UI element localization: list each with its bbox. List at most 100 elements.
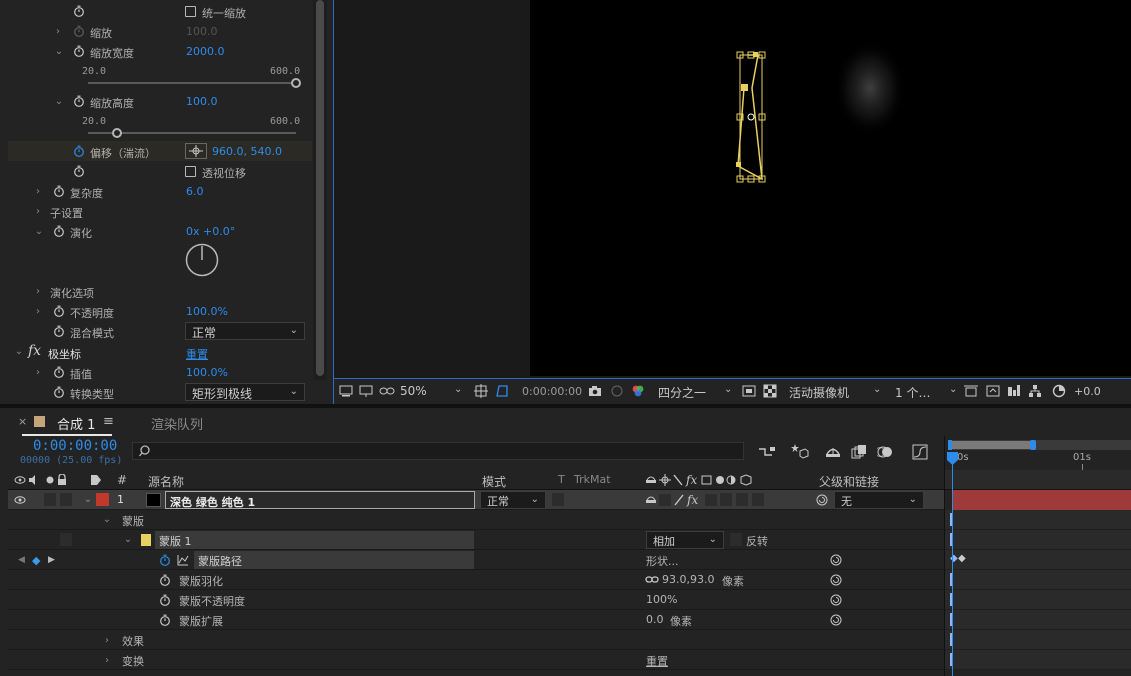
- resolution-dropdown[interactable]: 四分之一 ⌄: [658, 384, 738, 401]
- transform-reset-link[interactable]: 重置: [646, 653, 668, 669]
- composition-viewer[interactable]: [333, 0, 1131, 378]
- chevron-right-icon[interactable]: ›: [33, 368, 43, 378]
- transparency-grid-icon[interactable]: [763, 384, 777, 398]
- stopwatch-icon[interactable]: [159, 614, 171, 626]
- preserve-transparency-switch[interactable]: [552, 493, 564, 506]
- scale-height-value[interactable]: 100.0: [186, 95, 218, 108]
- fast-preview-icon[interactable]: [986, 384, 1000, 398]
- blend-mode-dropdown[interactable]: 正常 ⌄: [185, 322, 305, 340]
- stopwatch-icon[interactable]: [159, 594, 171, 606]
- polar-reset-link[interactable]: 重置: [186, 346, 208, 362]
- chevron-right-icon[interactable]: ›: [33, 207, 43, 217]
- keyframe-diamond-icon[interactable]: ◆: [958, 553, 966, 564]
- playhead-line[interactable]: [952, 460, 953, 676]
- interpolation-value[interactable]: 100.0%: [186, 366, 228, 379]
- layer-name-field[interactable]: 深色 绿色 纯色 1: [165, 491, 475, 509]
- chevron-down-icon[interactable]: ⌄: [102, 515, 112, 525]
- chevron-down-icon[interactable]: ⌄: [83, 495, 93, 505]
- work-area-end-handle[interactable]: [1030, 440, 1036, 450]
- viewer-timecode[interactable]: 0:00:00:00: [522, 385, 582, 398]
- uniform-scale-checkbox[interactable]: [185, 6, 196, 17]
- stopwatch-icon[interactable]: [53, 185, 65, 197]
- stopwatch-icon[interactable]: [53, 366, 65, 378]
- layer-switches[interactable]: fx: [645, 493, 725, 507]
- layer-duration-bar[interactable]: [952, 490, 1131, 510]
- mask-name-field[interactable]: 蒙版 1: [155, 531, 474, 549]
- graph-editor-icon[interactable]: [912, 444, 928, 460]
- toggle-pixel-aspect-icon[interactable]: [964, 384, 978, 398]
- scale-width-value[interactable]: 2000.0: [186, 45, 225, 58]
- tab-menu-icon[interactable]: ≡: [103, 414, 114, 429]
- chevron-right-icon[interactable]: ›: [33, 307, 43, 317]
- scale-width-slider-knob[interactable]: [291, 78, 301, 88]
- pick-whip-icon[interactable]: [830, 614, 842, 626]
- flowchart-icon[interactable]: [1028, 384, 1042, 398]
- mask-invert-checkbox[interactable]: [730, 533, 742, 546]
- mask-path-value[interactable]: 形状...: [646, 553, 679, 569]
- col-source-name-header[interactable]: 源名称: [148, 473, 184, 490]
- sub-settings-row[interactable]: › 子设置: [8, 201, 312, 221]
- stopwatch-icon[interactable]: [73, 165, 85, 177]
- chevron-down-icon[interactable]: ⌄: [123, 535, 133, 545]
- prev-keyframe-icon[interactable]: ◀: [18, 555, 25, 565]
- stopwatch-icon[interactable]: [159, 574, 171, 586]
- stopwatch-active-icon[interactable]: [159, 554, 171, 566]
- evolution-value[interactable]: 0x +0.0°: [186, 225, 235, 238]
- 3d-layer-switch[interactable]: [752, 493, 764, 506]
- pick-whip-icon[interactable]: [830, 554, 842, 566]
- eye-visibility-icon[interactable]: [14, 494, 26, 506]
- zoom-dropdown[interactable]: 50% ⌄: [400, 384, 466, 398]
- chevron-down-icon[interactable]: ⌄: [54, 47, 64, 57]
- work-area-bar[interactable]: [948, 440, 1131, 450]
- adjustment-switch[interactable]: [736, 493, 748, 506]
- stopwatch-icon[interactable]: [53, 225, 65, 237]
- layer-mode-dropdown[interactable]: 正常 ⌄: [480, 491, 546, 509]
- layer-label-color[interactable]: [96, 493, 109, 506]
- mask-1-row[interactable]: ⌄ 蒙版 1 相加 ⌄ 反转: [8, 530, 944, 550]
- chevron-down-icon[interactable]: ⌄: [34, 227, 44, 237]
- layer-search-box[interactable]: [132, 442, 744, 460]
- transform-group-row[interactable]: › 变换 重置: [8, 650, 944, 670]
- chevron-right-icon[interactable]: ›: [102, 656, 112, 666]
- stopwatch-icon[interactable]: [73, 5, 85, 17]
- mask-mode-dropdown[interactable]: 相加 ⌄: [646, 531, 724, 549]
- complexity-value[interactable]: 6.0: [186, 185, 204, 198]
- fx-icon[interactable]: fx: [28, 343, 41, 359]
- mask-lock-switch[interactable]: [60, 533, 72, 546]
- always-preview-icon[interactable]: [339, 384, 353, 398]
- mask-feather-value[interactable]: 93.0,93.0: [662, 573, 714, 586]
- stopwatch-icon[interactable]: [73, 95, 85, 107]
- tab-composition[interactable]: 合成 1: [57, 414, 95, 433]
- scale-height-slider-knob[interactable]: [111, 128, 122, 138]
- chevron-down-icon[interactable]: ⌄: [54, 97, 64, 107]
- opacity-value[interactable]: 100.0%: [186, 305, 228, 318]
- pick-whip-icon[interactable]: [830, 594, 842, 606]
- crosshair-icon[interactable]: [185, 143, 207, 159]
- lock-switch[interactable]: [60, 493, 72, 506]
- close-tab-icon[interactable]: ×: [18, 415, 27, 428]
- offset-value[interactable]: 960.0, 540.0: [212, 145, 282, 158]
- mask-expansion-value[interactable]: 0.0: [646, 613, 664, 626]
- mask-expansion-row[interactable]: 蒙版扩展 0.0 像素: [8, 610, 944, 630]
- view-layout-dropdown[interactable]: 1 个… ⌄: [895, 384, 961, 401]
- scrollbar-thumb[interactable]: [316, 0, 324, 376]
- solo-switch[interactable]: [44, 493, 56, 506]
- stopwatch-icon[interactable]: [73, 45, 85, 57]
- pick-whip-icon[interactable]: [816, 494, 828, 506]
- stopwatch-active-icon[interactable]: [73, 145, 85, 157]
- draft-3d-icon[interactable]: [791, 442, 809, 460]
- pick-whip-icon[interactable]: [830, 574, 842, 586]
- stopwatch-icon[interactable]: [53, 386, 65, 398]
- chevron-right-icon[interactable]: ›: [33, 287, 43, 297]
- motion-blur-icon[interactable]: [875, 444, 893, 460]
- work-area-start-handle[interactable]: [948, 440, 952, 450]
- 3d-glasses-icon[interactable]: [379, 384, 395, 398]
- graph-icon[interactable]: [177, 554, 189, 566]
- mask-opacity-value[interactable]: 100%: [646, 593, 677, 606]
- effect-controls-scrollbar[interactable]: [313, 0, 327, 380]
- exposure-value[interactable]: +0.0: [1074, 385, 1101, 398]
- color-channels-icon[interactable]: [631, 384, 645, 398]
- mask-feather-row[interactable]: 蒙版羽化 93.0,93.0 像素: [8, 570, 944, 590]
- mask-overlay[interactable]: [530, 0, 1131, 376]
- stopwatch-icon[interactable]: [53, 305, 65, 317]
